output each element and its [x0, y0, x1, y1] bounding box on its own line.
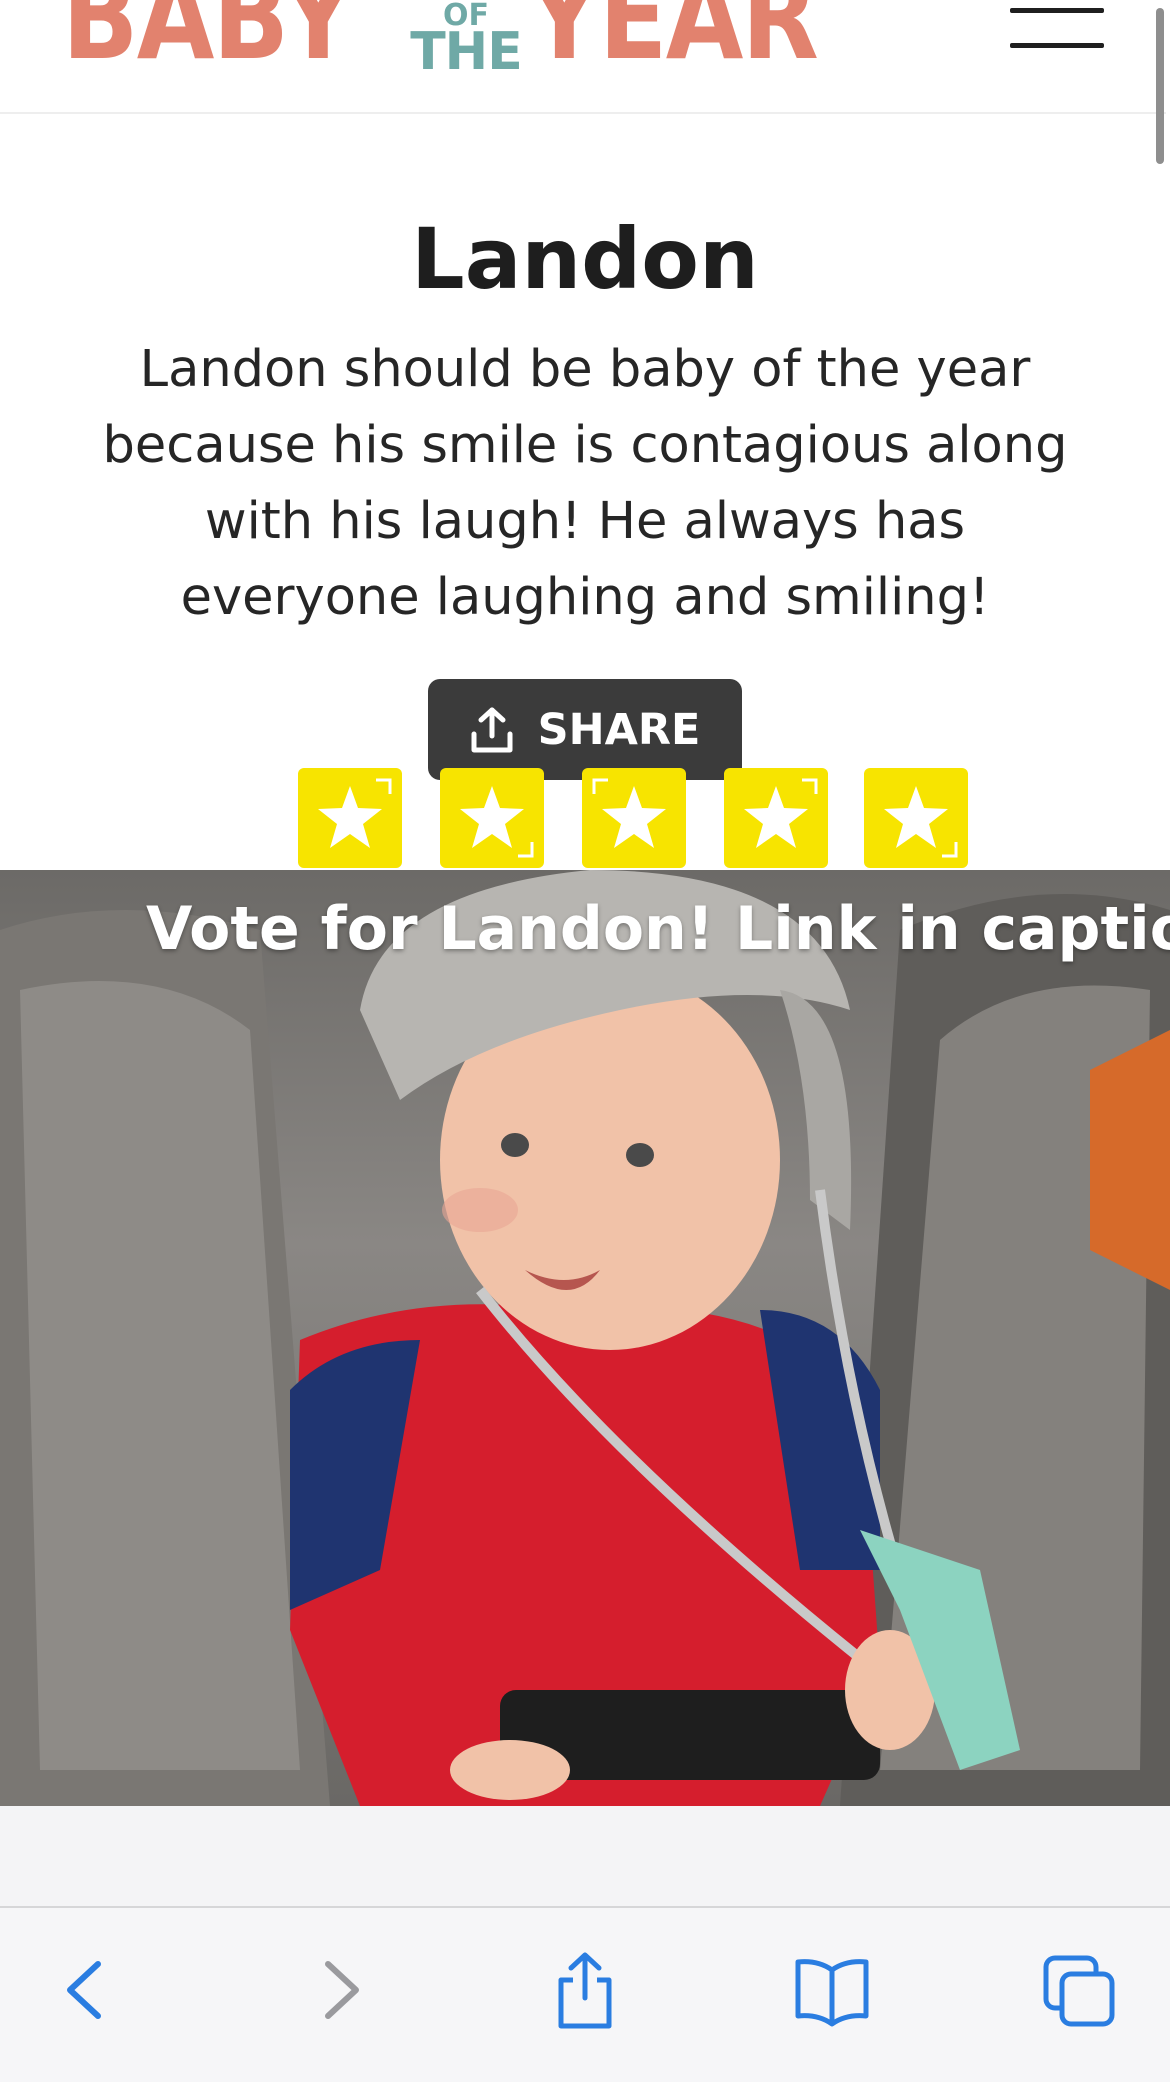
baby-of-the-year-logo[interactable]: BABY OF THE YEAR	[62, 0, 868, 86]
logo-of-the: OF THE	[410, 1, 523, 83]
browser-toolbar	[0, 1906, 1170, 2082]
logo-word-year: YEAR	[527, 0, 819, 86]
share-icon[interactable]	[545, 1950, 625, 2030]
baby-photo[interactable]: Vote for Landon! Link in caption!	[0, 870, 1170, 1806]
forward-icon[interactable]	[300, 1950, 380, 2030]
star-icon	[744, 778, 818, 848]
page-scrollbar[interactable]	[1156, 8, 1164, 164]
photo-caption: Vote for Landon! Link in caption!	[146, 894, 1170, 964]
share-label: SHARE	[537, 704, 701, 755]
entry-description: Landon should be baby of the year becaus…	[102, 340, 1068, 627]
star-icon	[592, 778, 666, 848]
vote-stars	[298, 768, 972, 870]
vote-star-5[interactable]	[864, 768, 968, 868]
baby-name: Landon	[411, 210, 759, 308]
bookmarks-icon[interactable]	[792, 1950, 872, 2030]
menu-line	[1010, 43, 1104, 48]
menu-line	[1010, 8, 1104, 13]
vote-star-2[interactable]	[440, 768, 544, 868]
site-header: BABY OF THE YEAR	[0, 0, 1166, 114]
page-background	[0, 1806, 1170, 1906]
logo-word-baby: BABY	[62, 0, 355, 86]
photo-illustration	[0, 870, 1170, 1806]
share-button[interactable]: SHARE	[428, 679, 742, 780]
star-icon	[884, 786, 958, 858]
tabs-icon[interactable]	[1040, 1950, 1120, 2030]
star-icon	[460, 786, 534, 858]
logo-word-the: THE	[410, 22, 523, 83]
vote-star-4[interactable]	[724, 768, 828, 868]
vote-star-3[interactable]	[582, 768, 686, 868]
hamburger-menu-icon[interactable]	[1010, 8, 1104, 48]
star-icon	[318, 778, 392, 848]
vote-star-1[interactable]	[298, 768, 402, 868]
share-upload-icon	[471, 707, 513, 752]
back-icon[interactable]	[46, 1950, 126, 2030]
